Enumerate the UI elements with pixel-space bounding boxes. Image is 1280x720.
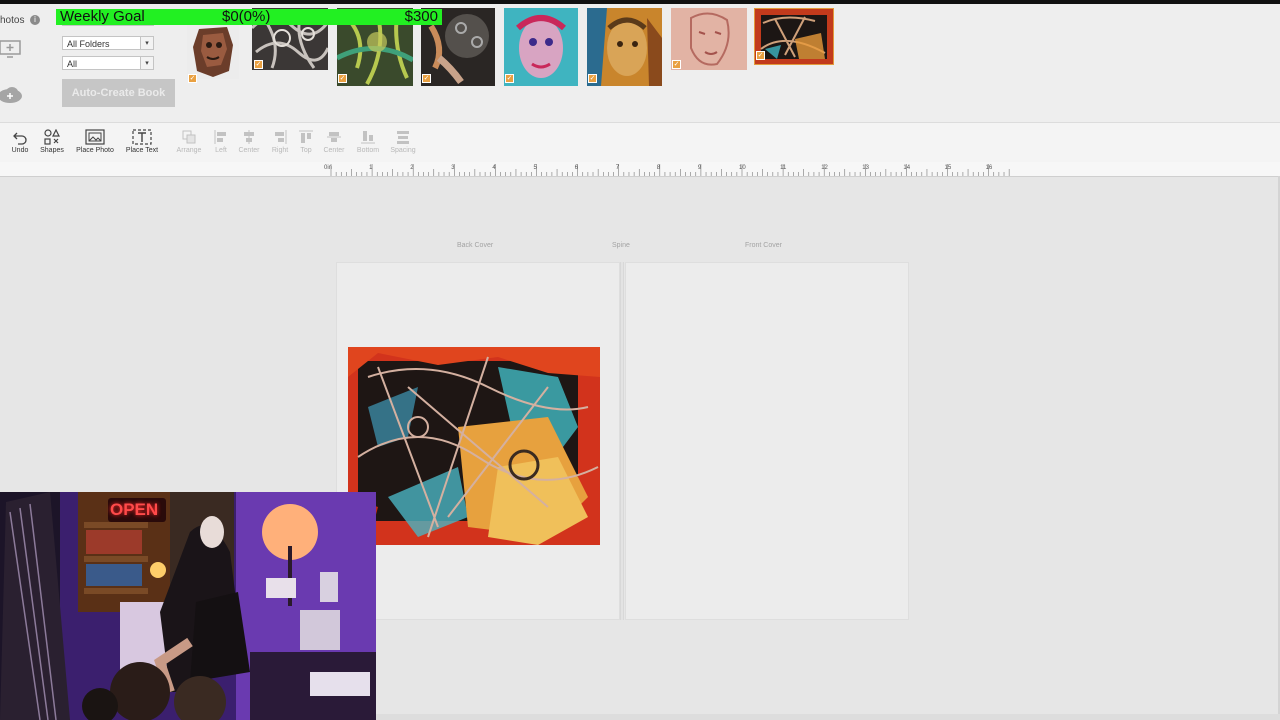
- weekly-goal-progress: $0(0%): [222, 8, 271, 25]
- spine-label: Spine: [612, 242, 630, 249]
- align-center-v-button[interactable]: Center: [320, 129, 348, 154]
- ruler-tick-label: 13: [862, 165, 869, 171]
- webcam-overlay: OPEN: [0, 492, 376, 720]
- undo-button[interactable]: Undo: [8, 129, 32, 154]
- ruler-tick-label: 3: [451, 165, 455, 171]
- spacing-icon: [397, 131, 409, 144]
- undo-icon: [13, 132, 27, 145]
- align-left-label: Left: [215, 147, 227, 154]
- horizontal-scrollbar[interactable]: [376, 714, 1280, 720]
- photo-thumbnail[interactable]: [671, 8, 747, 70]
- selected-check-icon[interactable]: ✓: [672, 60, 681, 69]
- place-text-label: Place Text: [125, 147, 159, 154]
- ruler-tick-label: 9: [698, 165, 702, 171]
- back-cover-label: Back Cover: [457, 242, 494, 249]
- front-cover-page[interactable]: [625, 262, 909, 620]
- align-middle-icon: [327, 132, 341, 142]
- place-text-button[interactable]: Place Text: [124, 129, 160, 154]
- photos-panel-title: hotos: [0, 15, 25, 26]
- shapes-label: Shapes: [40, 147, 64, 154]
- ruler-tick-label: 15: [945, 165, 952, 171]
- arrange-icon: [182, 130, 196, 144]
- place-text-icon: [132, 129, 152, 145]
- front-cover-label: Front Cover: [745, 242, 782, 249]
- spacing-label: Spacing: [390, 147, 416, 154]
- selected-check-icon[interactable]: ✓: [338, 74, 347, 83]
- ruler-tick-label: 2: [410, 165, 414, 171]
- align-right-icon: [275, 130, 287, 144]
- weekly-goal-bar: Weekly Goal $0(0%) $300: [56, 9, 442, 25]
- align-bottom-label: Bottom: [356, 147, 380, 154]
- filter-select[interactable]: All ▾: [62, 56, 154, 70]
- selected-check-icon[interactable]: ✓: [756, 51, 765, 60]
- open-sign: OPEN: [110, 500, 159, 519]
- ruler: 0in 1 2 3 4 5 6 7 8 9 10 11 12 13 14 15 16: [0, 162, 1280, 177]
- align-top-button[interactable]: Top: [296, 129, 316, 154]
- weekly-goal-target: $300: [404, 8, 438, 25]
- ruler-tick-label: 5: [534, 165, 538, 171]
- align-right-button[interactable]: Right: [268, 129, 292, 154]
- selected-check-icon[interactable]: ✓: [505, 74, 514, 83]
- selected-check-icon[interactable]: ✓: [188, 74, 197, 83]
- place-photo-button[interactable]: Place Photo: [74, 129, 116, 154]
- shapes-icon: [44, 129, 60, 145]
- folder-select[interactable]: All Folders ▾: [62, 36, 154, 50]
- align-right-label: Right: [271, 147, 289, 154]
- ruler-tick-label: 11: [780, 165, 787, 171]
- place-photo-icon: [85, 129, 105, 145]
- ruler-tick-label: 16: [986, 165, 993, 171]
- shapes-button[interactable]: Shapes: [38, 129, 66, 154]
- filter-select-value: All: [67, 59, 78, 69]
- arrange-label: Arrange: [176, 147, 202, 154]
- ruler-tick-label: 14: [903, 165, 910, 171]
- align-center-h-button[interactable]: Center: [236, 129, 262, 154]
- add-computer-photos-icon[interactable]: [0, 38, 22, 60]
- align-left-button[interactable]: Left: [210, 129, 232, 154]
- selected-check-icon[interactable]: ✓: [254, 60, 263, 69]
- align-bottom-button[interactable]: Bottom: [354, 129, 382, 154]
- align-top-label: Top: [300, 147, 312, 154]
- photo-thumbnail-selected[interactable]: [754, 8, 834, 65]
- ruler-tick-label: 6: [575, 165, 579, 171]
- align-bottom-icon: [361, 131, 375, 144]
- align-center-v-label: Center: [323, 147, 345, 154]
- photo-thumbnail[interactable]: [187, 21, 239, 79]
- spine-page[interactable]: [620, 262, 624, 620]
- align-top-icon: [299, 130, 313, 143]
- undo-label: Undo: [11, 147, 29, 154]
- weekly-goal-label: Weekly Goal: [60, 8, 145, 25]
- photo-thumbnail[interactable]: [504, 8, 578, 86]
- selected-check-icon[interactable]: ✓: [422, 74, 431, 83]
- ruler-tick-label: 7: [616, 165, 620, 171]
- chevron-down-icon: ▾: [140, 57, 153, 69]
- ruler-tick-label: 8: [657, 165, 661, 171]
- chevron-down-icon: ▾: [140, 37, 153, 49]
- toolbar: Undo Shapes Place Photo Place Text Arran…: [0, 122, 1280, 163]
- ruler-tick-label: 1: [369, 165, 373, 171]
- selected-check-icon[interactable]: ✓: [588, 74, 597, 83]
- ruler-tick-label: 4: [492, 165, 496, 171]
- align-center-icon: [244, 130, 254, 144]
- align-left-icon: [214, 130, 226, 144]
- ruler-tick-label: 10: [739, 165, 746, 171]
- arrange-button[interactable]: Arrange: [174, 129, 204, 154]
- place-photo-label: Place Photo: [76, 147, 114, 154]
- photo-thumbnail[interactable]: [587, 8, 662, 86]
- auto-create-book-button[interactable]: Auto-Create Book: [62, 79, 175, 107]
- align-center-h-label: Center: [238, 147, 260, 154]
- ruler-tick-label: 12: [821, 165, 828, 171]
- folder-select-value: All Folders: [67, 39, 110, 49]
- info-icon[interactable]: i: [30, 15, 40, 25]
- spacing-button[interactable]: Spacing: [388, 129, 418, 154]
- placed-photo[interactable]: [348, 347, 600, 545]
- add-cloud-photos-icon[interactable]: [0, 84, 22, 106]
- ruler-ticks: 0in 1 2 3 4 5 6 7 8 9 10 11 12 13 14 15 16: [324, 164, 1010, 176]
